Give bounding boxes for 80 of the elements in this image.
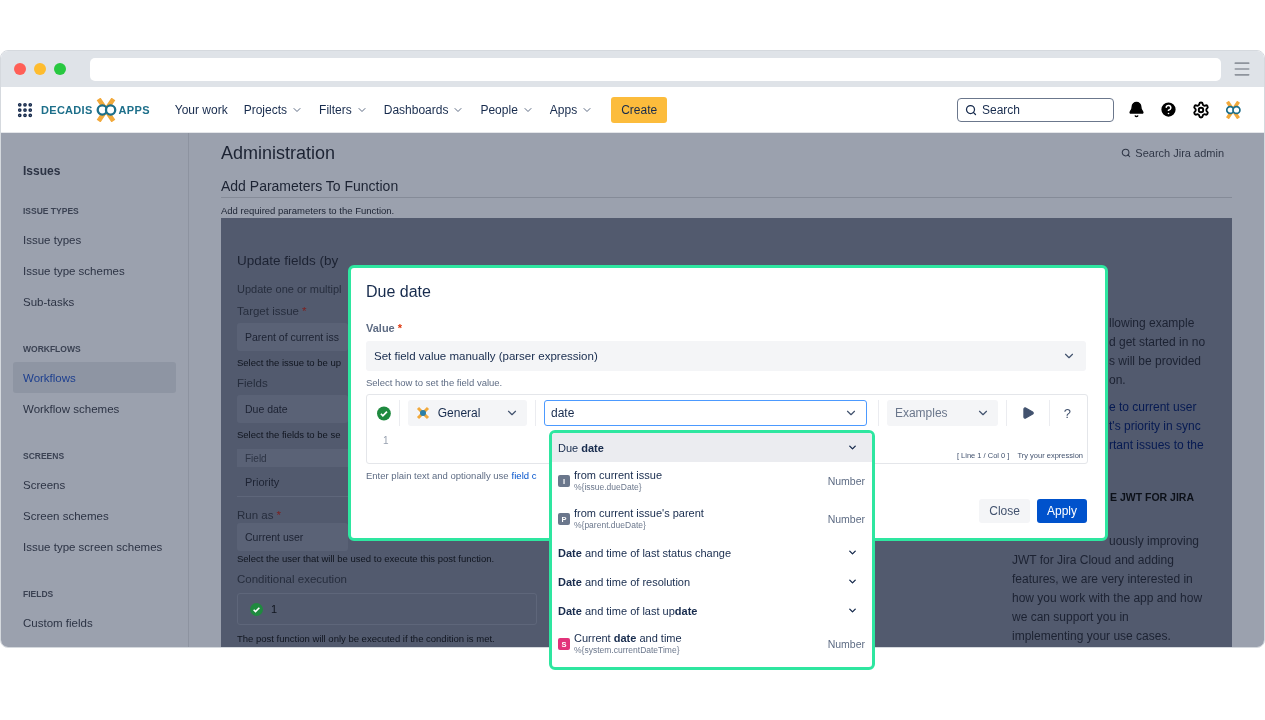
category-icon [415, 406, 430, 420]
field-search-input[interactable]: date [544, 400, 867, 426]
chevron-icon [847, 547, 858, 558]
bell-icon[interactable] [1128, 101, 1145, 118]
category-select[interactable]: General [407, 400, 528, 426]
create-button[interactable]: Create [611, 96, 668, 123]
page-title: Administration [221, 142, 336, 164]
help-text: Select the issue to be up [237, 357, 342, 369]
info-text: how you work with the app and how [1012, 590, 1203, 607]
section-heading: WORKFLOWS [22, 343, 82, 356]
required-mark: * [302, 304, 307, 319]
sidebar-item[interactable]: Issues [13, 163, 176, 179]
info-text: we can support you in [1012, 609, 1129, 626]
logo-text: APPS [118, 103, 150, 116]
section-title: Add Parameters To Function [221, 177, 1232, 198]
option-path: %{parent.dueDate} [574, 520, 647, 531]
close-button[interactable]: Close [979, 499, 1030, 523]
app-grid-icon[interactable] [16, 100, 34, 119]
option-path: %{issue.dueDate} [574, 482, 643, 493]
apply-button[interactable]: Apply [1036, 499, 1087, 523]
hint-link[interactable]: field c [511, 470, 537, 482]
line-number: 1 [383, 435, 389, 448]
sidebar-item[interactable]: Workflow schemes [13, 393, 176, 424]
section-heading: SCREENS [22, 450, 66, 463]
chevron-icon [847, 576, 858, 587]
section-description: Add required parameters to the Function. [221, 205, 396, 217]
help-button[interactable]: ? [1057, 405, 1077, 421]
value-select[interactable]: Set field value manually (parser expression) [366, 341, 1086, 371]
logo-text: DECADIS [41, 103, 93, 116]
required-mark: * [276, 508, 281, 523]
help-text: The post function will only be executed if the condition is met. [237, 633, 495, 645]
line-number: 1 [271, 603, 278, 615]
info-text: features, we are very interested in [1012, 571, 1193, 588]
help-icon[interactable] [1159, 100, 1178, 119]
help-text: Select the fields to be se [237, 429, 341, 441]
nav-item[interactable]: Projects [243, 102, 304, 117]
logo-icon [1224, 100, 1242, 119]
play-icon [1020, 406, 1035, 420]
sidebar-item[interactable]: Custom fields [13, 607, 176, 638]
sidebar-item[interactable]: Issue type schemes [13, 255, 176, 286]
option-label: Current date and time [574, 632, 682, 645]
search-field[interactable]: Search [957, 97, 1114, 122]
panel-title: Update fields (by [237, 252, 339, 270]
section-heading: ISSUE TYPES [22, 205, 80, 218]
info-text: implementing your use cases. [1012, 628, 1171, 645]
nav-item[interactable]: Apps [549, 102, 594, 117]
nav-item[interactable]: Your work [174, 102, 228, 117]
section-heading: FIELDS [22, 588, 55, 601]
nav-item[interactable]: Filters [319, 102, 368, 117]
examples-select[interactable]: Examples [886, 400, 998, 426]
option-type: Number [827, 638, 865, 650]
nav-item[interactable]: Dashboards [383, 102, 465, 117]
search-icon [1121, 148, 1132, 158]
option-path: %{system.currentDateTime} [574, 645, 681, 656]
option-label: from current issue [574, 469, 663, 482]
info-text: JWT for Jira Cloud and adding [1012, 552, 1174, 569]
chevron-icon [847, 605, 858, 616]
info-heading: E JWT FOR JIRA [1110, 490, 1194, 505]
option-label: from current issue's parent [574, 507, 704, 520]
info-text: llowing example [1109, 315, 1195, 332]
help-text: Select the user that will be used to execute this post function. [237, 553, 495, 565]
sidebar-item[interactable]: Sub-tasks [13, 286, 176, 317]
help-text: Select how to set the field value. [366, 376, 503, 390]
dialog-title: Due date [366, 282, 431, 302]
option-type: Number [827, 475, 865, 487]
sidebar-item[interactable]: Issue type screen schemes [13, 531, 176, 562]
option-type: Number [827, 513, 865, 525]
sidebar-item[interactable]: Screen schemes [13, 500, 176, 531]
search-icon [965, 103, 977, 116]
group-option[interactable]: Due date [552, 433, 872, 462]
sidebar-item[interactable]: Screens [13, 469, 176, 500]
info-text: on. [1109, 372, 1126, 389]
hint-text: Enter plain text and optionally use [366, 470, 509, 482]
sidebar-item[interactable]: Issue types [13, 224, 176, 255]
field-label: Value [366, 321, 395, 336]
settings-icon[interactable] [1192, 100, 1210, 119]
chevron-icon [847, 442, 858, 453]
nav-item[interactable]: People [480, 102, 534, 117]
required-mark: * [397, 321, 403, 336]
info-text: uously improving [1109, 533, 1200, 550]
